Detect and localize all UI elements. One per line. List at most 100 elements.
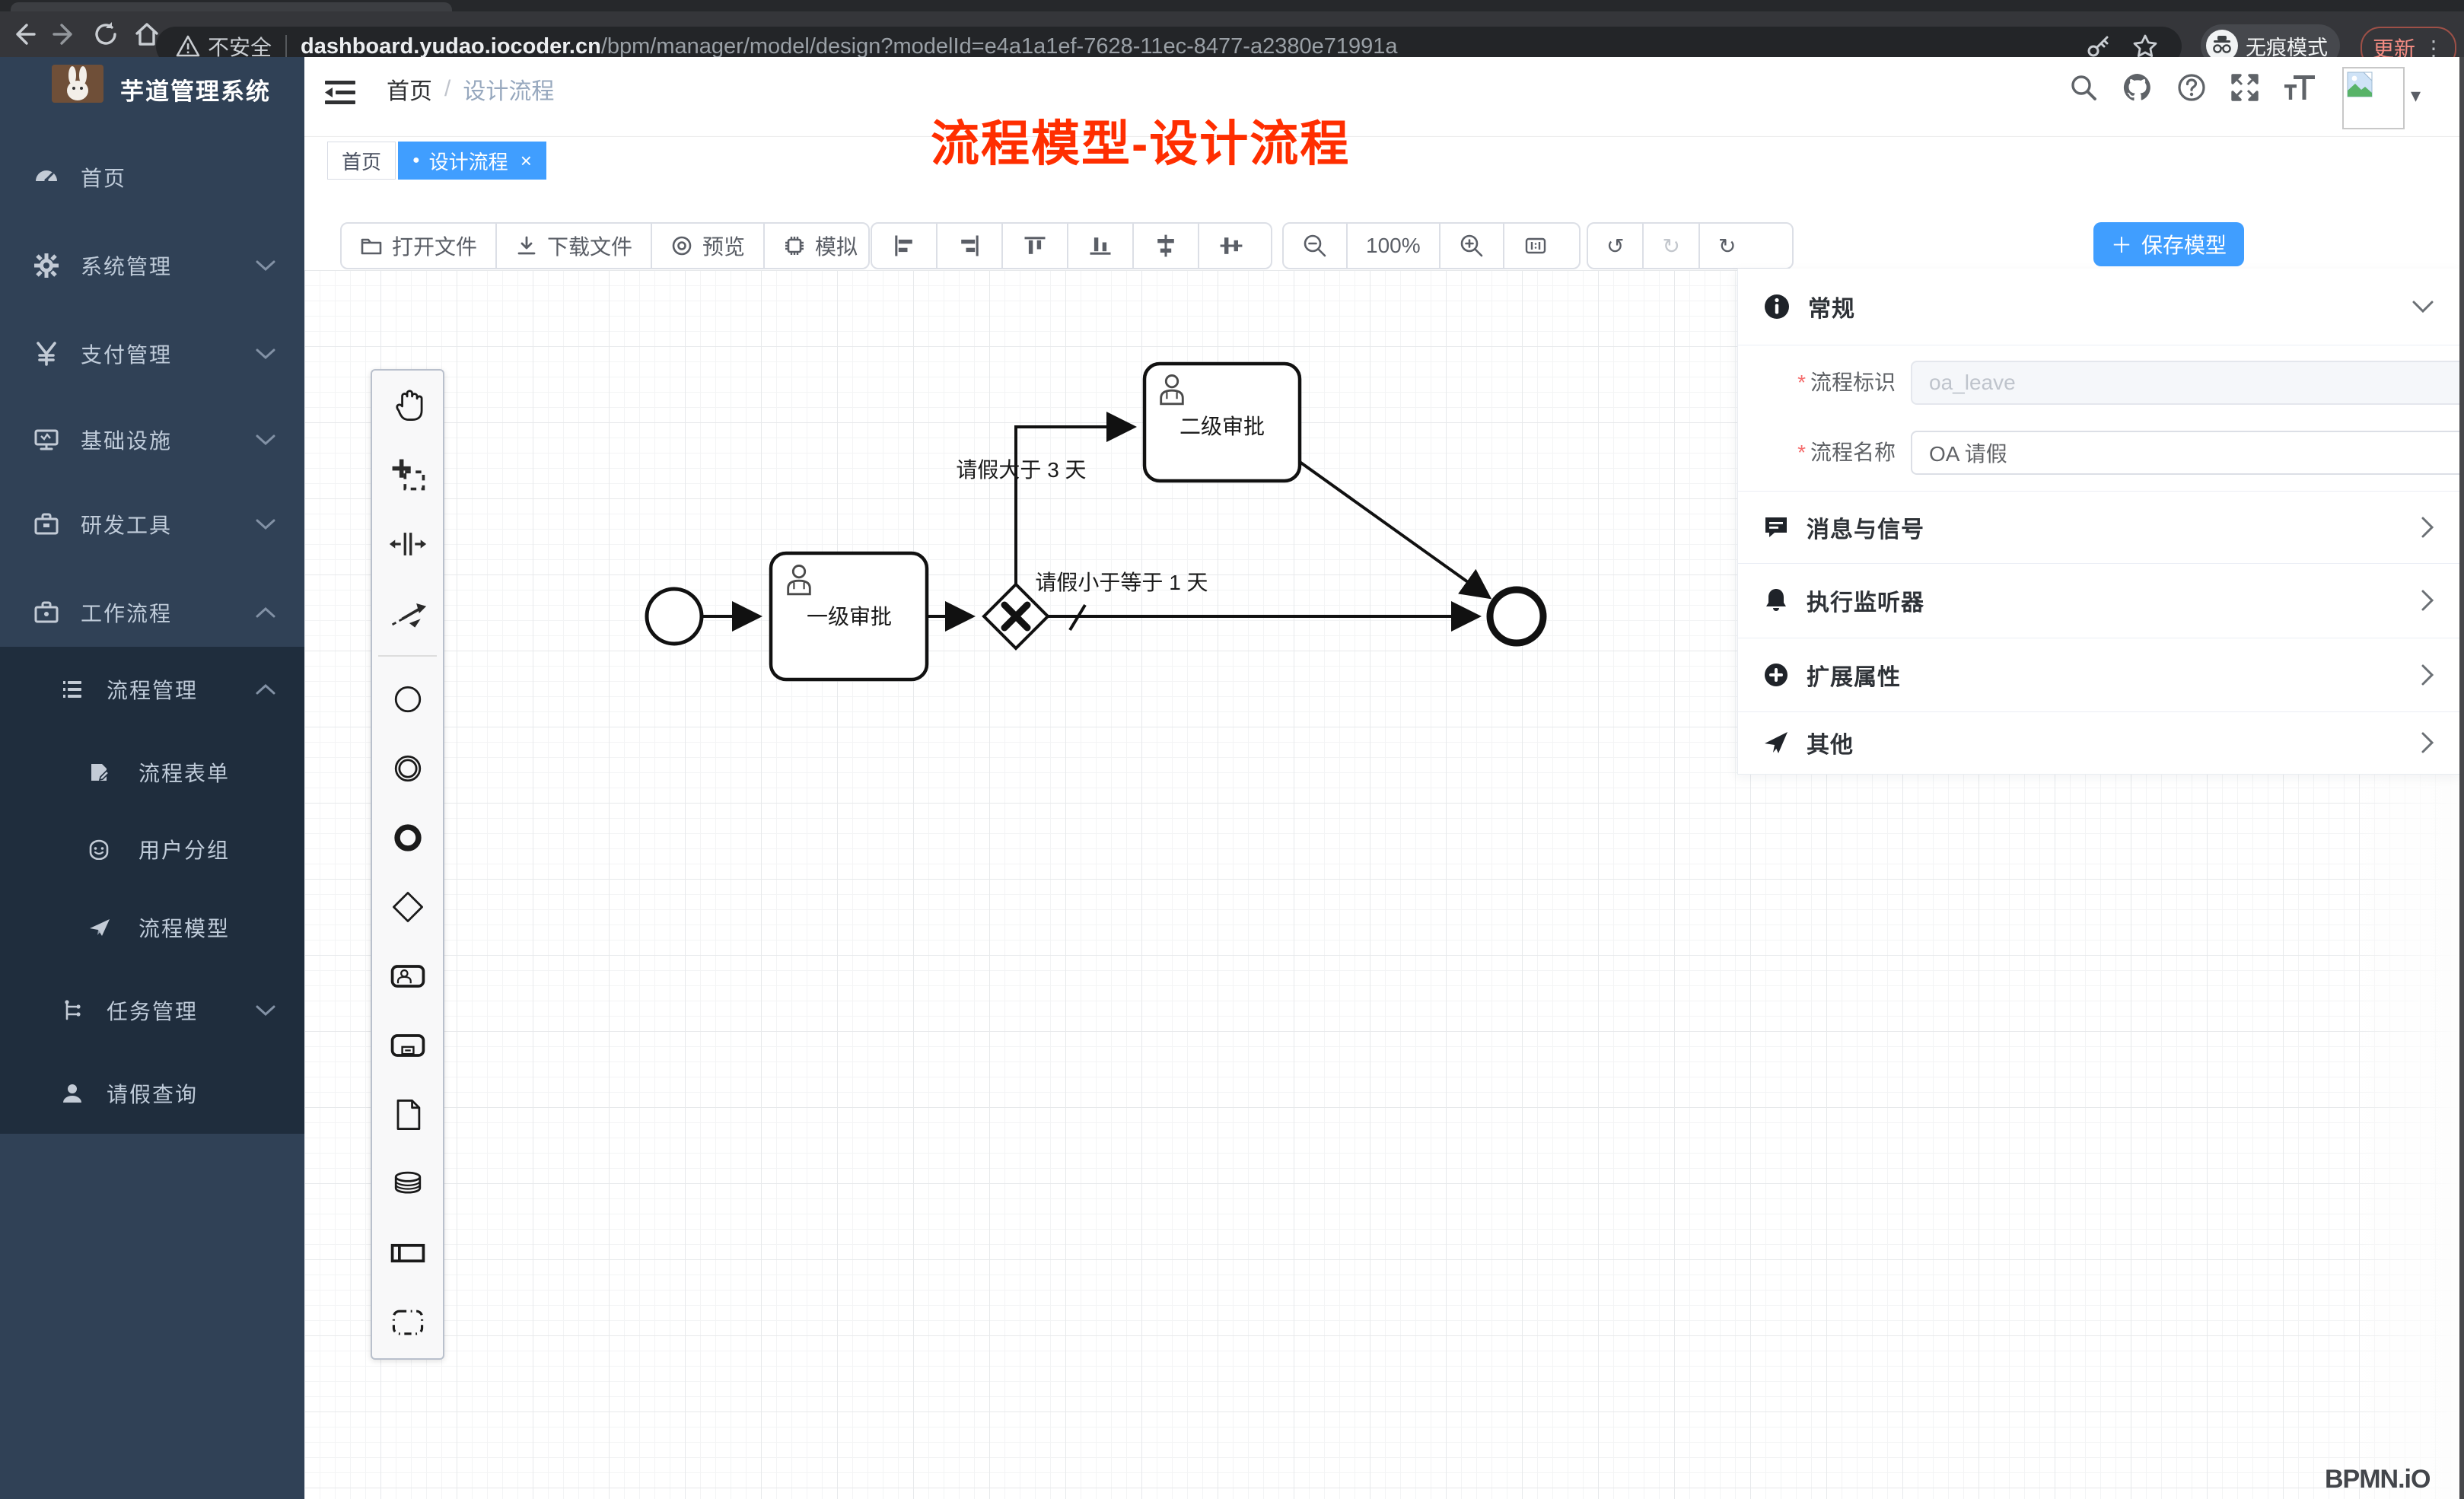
create-participant[interactable] [372, 1218, 443, 1287]
open-file-button[interactable]: 打开文件 [342, 224, 495, 268]
reload-button[interactable] [88, 17, 123, 52]
sidebar-item-process-model[interactable]: 流程模型 [0, 906, 304, 949]
undo-button[interactable]: ↺ [1588, 224, 1642, 268]
sidebar-item-leave-query[interactable]: 请假查询 [0, 1072, 304, 1115]
close-icon[interactable]: × [520, 149, 532, 173]
section-other[interactable]: 其他 [1738, 711, 2460, 773]
chevron-right-icon [2421, 589, 2434, 612]
sidebar-submenu-workflow: 流程管理 流程表单 用户分组 流程模型 [0, 647, 304, 1134]
sidebar-item-label: 工作流程 [81, 597, 172, 628]
plus-icon: ＋ [2111, 229, 2132, 259]
bpmn-io-watermark[interactable]: BPMN.iO [2322, 1465, 2433, 1499]
avatar-caret-icon[interactable]: ▾ [2411, 84, 2421, 107]
folder-icon [360, 234, 383, 257]
start-event[interactable] [647, 589, 702, 644]
download-file-button[interactable]: 下载文件 [495, 224, 651, 268]
tag-design-process[interactable]: ● 设计流程 × [398, 142, 546, 180]
github-icon[interactable] [2122, 72, 2154, 103]
overlay-title: 流程模型-设计流程 [931, 105, 1350, 175]
lasso-tool[interactable] [372, 440, 443, 509]
zoom-in-button[interactable] [1439, 224, 1503, 268]
create-call-activity[interactable] [372, 1010, 443, 1080]
sidebar-item-label: 支付管理 [81, 339, 172, 369]
process-name-input[interactable] [1911, 431, 2464, 475]
app-logo [52, 65, 103, 103]
sidebar-item-infra[interactable]: 基础设施 [0, 419, 304, 461]
section-execution-listener[interactable]: 执行监听器 [1738, 563, 2460, 638]
gear-icon [33, 253, 59, 278]
chevron-down-icon [256, 1004, 275, 1017]
tag-home[interactable]: 首页 [327, 142, 396, 180]
sidebar-item-user-group[interactable]: 用户分组 [0, 828, 304, 870]
align-button-group [871, 222, 1272, 269]
save-model-button[interactable]: ＋ 保存模型 [2093, 222, 2244, 266]
condition-label-le1[interactable]: 请假小于等于 1 天 [1035, 571, 1208, 594]
search-icon[interactable] [2068, 72, 2099, 103]
simulate-button[interactable]: 模拟 [763, 224, 876, 268]
align-right-button[interactable] [936, 224, 1001, 268]
create-data-object[interactable] [372, 1080, 443, 1149]
align-top-button[interactable] [1001, 224, 1067, 268]
section-extended-attributes[interactable]: 扩展属性 [1738, 638, 2460, 711]
browser-tab[interactable] [11, 2, 452, 11]
end-event[interactable] [1490, 590, 1543, 643]
back-button[interactable] [6, 17, 41, 52]
task-label: 二级审批 [1179, 415, 1265, 438]
align-center-vertical-button[interactable] [1132, 224, 1198, 268]
palette-separator [378, 655, 437, 657]
sidebar-collapse-button[interactable] [323, 78, 357, 108]
forward-button[interactable] [47, 17, 82, 52]
process-key-input[interactable] [1911, 361, 2464, 405]
preview-button[interactable]: 预览 [651, 224, 763, 268]
zoom-reset-button[interactable] [1503, 224, 1567, 268]
space-tool[interactable] [372, 509, 443, 578]
help-icon[interactable] [2176, 72, 2207, 103]
fullscreen-icon[interactable] [2230, 72, 2260, 103]
sidebar-item-label: 首页 [81, 162, 126, 193]
section-general[interactable]: 常规 [1738, 269, 2460, 345]
create-user-task[interactable] [372, 941, 443, 1010]
send-icon [1762, 729, 1790, 756]
sidebar-item-task-mgmt[interactable]: 任务管理 [0, 989, 304, 1032]
flow-task2-to-end[interactable] [1300, 462, 1489, 597]
briefcase-icon [33, 600, 59, 625]
message-icon [1762, 514, 1790, 541]
url-text[interactable]: dashboard.yudao.iocoder.cn/bpm/manager/m… [301, 34, 1397, 59]
create-group[interactable] [372, 1287, 443, 1357]
avatar[interactable] [2342, 67, 2405, 129]
create-data-store[interactable] [372, 1149, 443, 1218]
condition-label-gt3[interactable]: 请假大于 3 天 [956, 458, 1086, 482]
sidebar-item-process-form[interactable]: 流程表单 [0, 751, 304, 794]
section-title: 扩展属性 [1807, 658, 1901, 692]
sidebar-item-payment[interactable]: 支付管理 [0, 333, 304, 375]
section-messages-signals[interactable]: 消息与信号 [1738, 491, 2460, 563]
redo-button[interactable]: ↻ [1642, 224, 1698, 268]
sidebar-item-home[interactable]: 首页 [0, 156, 304, 199]
key-icon[interactable] [2084, 33, 2112, 60]
file-button-group: 打开文件 下载文件 预览 模拟 [340, 222, 870, 269]
task-label: 一级审批 [807, 605, 892, 629]
sidebar-logo-row[interactable]: 芋道管理系统 [0, 57, 304, 141]
align-center-horizontal-button[interactable] [1198, 224, 1263, 268]
create-intermediate-event[interactable] [372, 734, 443, 803]
sidebar-item-process-mgmt[interactable]: 流程管理 [0, 668, 304, 711]
align-left-button[interactable] [872, 224, 936, 268]
sidebar-item-workflow[interactable]: 工作流程 [0, 591, 304, 634]
not-secure-icon [176, 34, 200, 59]
hand-tool[interactable] [372, 371, 443, 440]
tag-label: 设计流程 [429, 147, 508, 175]
font-size-icon[interactable] [2283, 72, 2316, 103]
zoom-out-button[interactable] [1284, 224, 1346, 268]
bookmark-star-icon[interactable] [2131, 33, 2159, 60]
paper-plane-icon [88, 916, 111, 939]
restart-button[interactable]: ↻ [1698, 224, 1754, 268]
create-gateway[interactable] [372, 872, 443, 941]
align-bottom-button[interactable] [1067, 224, 1132, 268]
sidebar-item-system[interactable]: 系统管理 [0, 244, 304, 287]
flow-gateway-to-task2[interactable] [1016, 427, 1134, 584]
breadcrumb-home[interactable]: 首页 [387, 72, 432, 106]
global-connect-tool[interactable] [372, 578, 443, 648]
create-start-event[interactable] [372, 664, 443, 734]
create-end-event[interactable] [372, 803, 443, 872]
sidebar-item-devtools[interactable]: 研发工具 [0, 503, 304, 546]
